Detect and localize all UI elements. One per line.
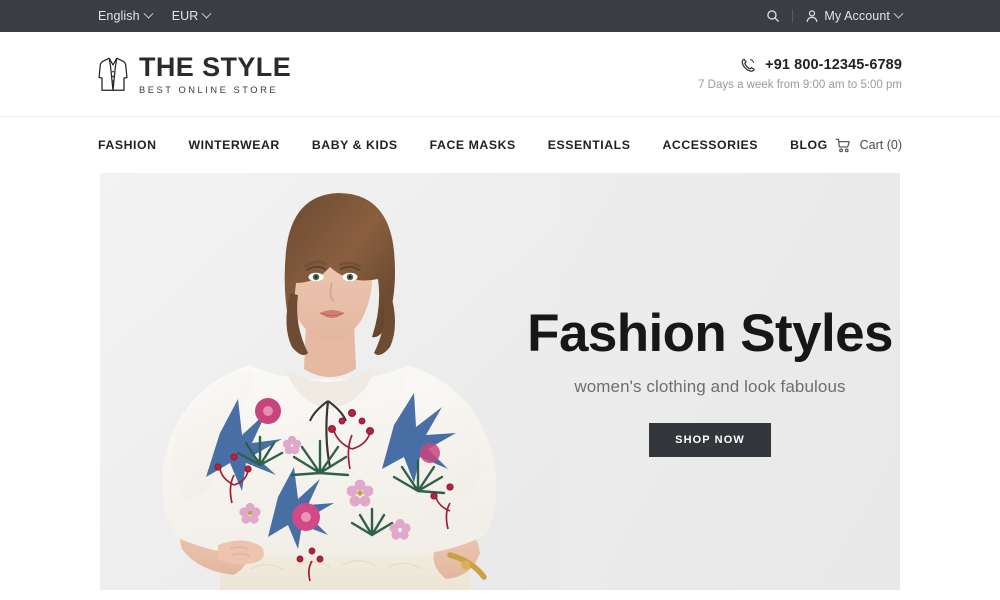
language-label: English <box>98 9 140 23</box>
search-icon[interactable] <box>766 9 780 23</box>
nav-item-list: FASHION WINTERWEAR BABY & KIDS FACE MASK… <box>98 138 828 152</box>
hero-subtitle: women's clothing and look fabulous <box>574 377 846 397</box>
nav-item-winterwear[interactable]: WINTERWEAR <box>189 138 280 152</box>
chevron-down-icon <box>143 8 154 19</box>
nav-item-fashion[interactable]: FASHION <box>98 138 157 152</box>
coat-icon <box>98 54 128 94</box>
header-contact: +91 800-12345-6789 7 Days a week from 9:… <box>698 57 902 91</box>
site-header: THE STYLE BEST ONLINE STORE +91 800-1234… <box>0 32 1000 117</box>
language-selector[interactable]: English <box>98 8 154 23</box>
logo-title: THE STYLE <box>139 52 292 83</box>
currency-label: EUR <box>171 9 199 23</box>
nav-item-blog[interactable]: BLOG <box>790 138 828 152</box>
currency-selector[interactable]: EUR <box>171 8 212 23</box>
topbar-left-group: English EUR <box>98 8 212 23</box>
hero-title: Fashion Styles <box>527 303 893 363</box>
phone-number: +91 800-12345-6789 <box>765 57 902 73</box>
business-hours: 7 Days a week from 9:00 am to 5:00 pm <box>698 79 902 91</box>
cart-button[interactable]: Cart (0) <box>835 138 902 153</box>
contact-phone-row[interactable]: +91 800-12345-6789 <box>698 57 902 73</box>
chevron-down-icon <box>893 8 904 19</box>
hero-section-wrapper: Fashion Styles women's clothing and look… <box>0 173 1000 590</box>
site-logo[interactable]: THE STYLE BEST ONLINE STORE <box>98 52 292 95</box>
shop-now-button[interactable]: SHOP NOW <box>649 423 771 458</box>
nav-item-baby-kids[interactable]: BABY & KIDS <box>312 138 398 152</box>
my-account-label: My Account <box>824 9 890 23</box>
hero-copy-block: Fashion Styles women's clothing and look… <box>520 173 900 590</box>
phone-icon <box>740 57 756 73</box>
main-navigation: FASHION WINTERWEAR BABY & KIDS FACE MASK… <box>0 117 1000 173</box>
nav-item-face-masks[interactable]: FACE MASKS <box>430 138 516 152</box>
cart-label: Cart (0) <box>859 138 902 152</box>
hero-model-image <box>100 173 560 590</box>
topbar-right-group: My Account <box>766 8 904 23</box>
nav-item-accessories[interactable]: ACCESSORIES <box>662 138 758 152</box>
user-icon <box>805 9 819 23</box>
logo-text-block: THE STYLE BEST ONLINE STORE <box>139 52 292 95</box>
top-utility-bar: English EUR My Account <box>0 0 1000 32</box>
topbar-divider <box>792 9 794 23</box>
logo-tagline: BEST ONLINE STORE <box>139 84 279 95</box>
nav-item-essentials[interactable]: ESSENTIALS <box>548 138 631 152</box>
my-account-menu[interactable]: My Account <box>805 8 904 23</box>
cart-icon <box>835 138 852 153</box>
chevron-down-icon <box>201 8 212 19</box>
hero-banner: Fashion Styles women's clothing and look… <box>100 173 900 590</box>
